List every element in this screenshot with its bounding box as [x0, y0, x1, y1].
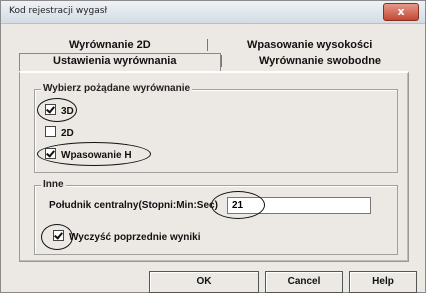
tab-wyrownanie-swobodne[interactable]: Wyrównanie swobodne [259, 55, 381, 67]
cancel-button[interactable]: Cancel [265, 271, 343, 293]
highlight-oval [37, 142, 151, 166]
checkbox-2d[interactable] [45, 126, 56, 137]
window-title: Kod rejestracji wygasł [9, 6, 108, 16]
highlight-oval [37, 98, 77, 122]
option-2d[interactable]: 2D [45, 126, 74, 140]
tab-divider [221, 55, 222, 67]
highlight-oval [41, 224, 73, 250]
alignment-group-title: Wybierz pożądane wyrównanie [41, 83, 193, 94]
ok-button[interactable]: OK [149, 271, 259, 293]
dialog-window: Kod rejestracji wygasł x Wyrównanie 2D W… [0, 0, 426, 293]
help-button[interactable]: Help [349, 271, 417, 293]
close-icon: x [397, 5, 405, 18]
title-bar[interactable]: Kod rejestracji wygasł x [1, 1, 425, 24]
tab-ustawienia-wyrownania[interactable]: Ustawienia wyrównania [53, 55, 176, 67]
alignment-group: Wybierz pożądane wyrównanie 3D 2D Wpasow… [34, 83, 398, 173]
tab-divider [207, 39, 208, 51]
clear-results-option[interactable]: Wyczyść poprzednie wyniki [53, 230, 201, 244]
tab-strip: Wyrównanie 2D Wpasowanie wysokości Ustaw… [11, 37, 421, 72]
tab-wpasowanie-wysokosci[interactable]: Wpasowanie wysokości [247, 39, 372, 51]
option-2d-label: 2D [61, 128, 74, 139]
meridian-label: Południk centralny(Stopni:Min:Sec) [49, 200, 218, 211]
tab-wyrownanie-2d[interactable]: Wyrównanie 2D [69, 39, 151, 51]
clear-results-label: Wyczyść poprzednie wyniki [69, 232, 201, 243]
close-button[interactable]: x [383, 3, 419, 21]
other-group-title: Inne [41, 179, 66, 190]
tab-panel: Wybierz pożądane wyrównanie 3D 2D Wpasow… [19, 71, 409, 262]
other-group: Inne Południk centralny(Stopni:Min:Sec) … [34, 179, 398, 255]
button-row: OK Cancel Help [149, 271, 419, 293]
highlight-oval [211, 191, 265, 219]
